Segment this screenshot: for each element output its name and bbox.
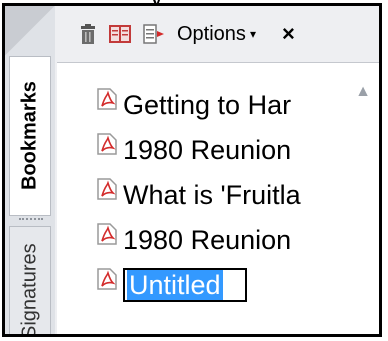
new-bookmark-icon[interactable] <box>143 24 165 44</box>
bookmark-expand-icon[interactable] <box>109 25 131 43</box>
navigation-side-tabs: Bookmarks Signatures <box>5 6 55 334</box>
bookmark-item-editing[interactable]: Untitled <box>97 265 247 305</box>
bookmarks-toolbar: Options ▾ × <box>57 6 379 62</box>
pdf-file-icon <box>97 133 117 155</box>
pdf-file-icon <box>97 268 117 290</box>
tab-bookmarks-label: Bookmarks <box>18 81 41 191</box>
pdf-file-icon <box>97 88 117 110</box>
bookmarks-tree: ▲ Getting to Har 1980 Reunion What is 'F… <box>57 62 379 334</box>
pdf-file-icon <box>97 178 117 200</box>
bookmark-item[interactable]: Getting to Har <box>97 85 291 125</box>
close-icon[interactable]: × <box>282 21 295 47</box>
bookmark-label: What is 'Fruitla <box>123 179 301 210</box>
scroll-up-icon[interactable]: ▲ <box>355 83 371 101</box>
bookmarks-panel-frame: Bookmarks Signatures Options ▾ × ▲ Getti… <box>2 3 382 337</box>
chevron-down-icon: ▾ <box>249 27 256 41</box>
tab-bookmarks[interactable]: Bookmarks <box>9 56 51 216</box>
pdf-file-icon <box>97 223 117 245</box>
bookmark-rename-selected-text: Untitled <box>127 270 223 300</box>
options-menu-button[interactable]: Options ▾ <box>177 23 256 46</box>
bookmark-label: 1980 Reunion <box>123 134 292 165</box>
tab-signatures-label: Signatures <box>18 243 41 337</box>
bookmark-label: 1980 Reunion <box>123 224 292 255</box>
trash-icon[interactable] <box>79 24 97 44</box>
panel-corner <box>5 6 55 56</box>
tab-signatures[interactable]: Signatures <box>9 226 51 337</box>
bookmark-label: Getting to Har <box>123 89 292 120</box>
bookmark-item[interactable]: What is 'Fruitla <box>97 175 301 215</box>
bookmark-rename-input[interactable]: Untitled <box>123 268 247 302</box>
bookmarks-panel: Options ▾ × ▲ Getting to Har 1980 Reunio… <box>57 6 379 334</box>
tab-grip-handle[interactable] <box>19 218 43 220</box>
bookmark-item[interactable]: 1980 Reunion <box>97 130 291 170</box>
bookmark-item[interactable]: 1980 Reunion <box>97 220 291 260</box>
options-label: Options <box>177 22 246 45</box>
